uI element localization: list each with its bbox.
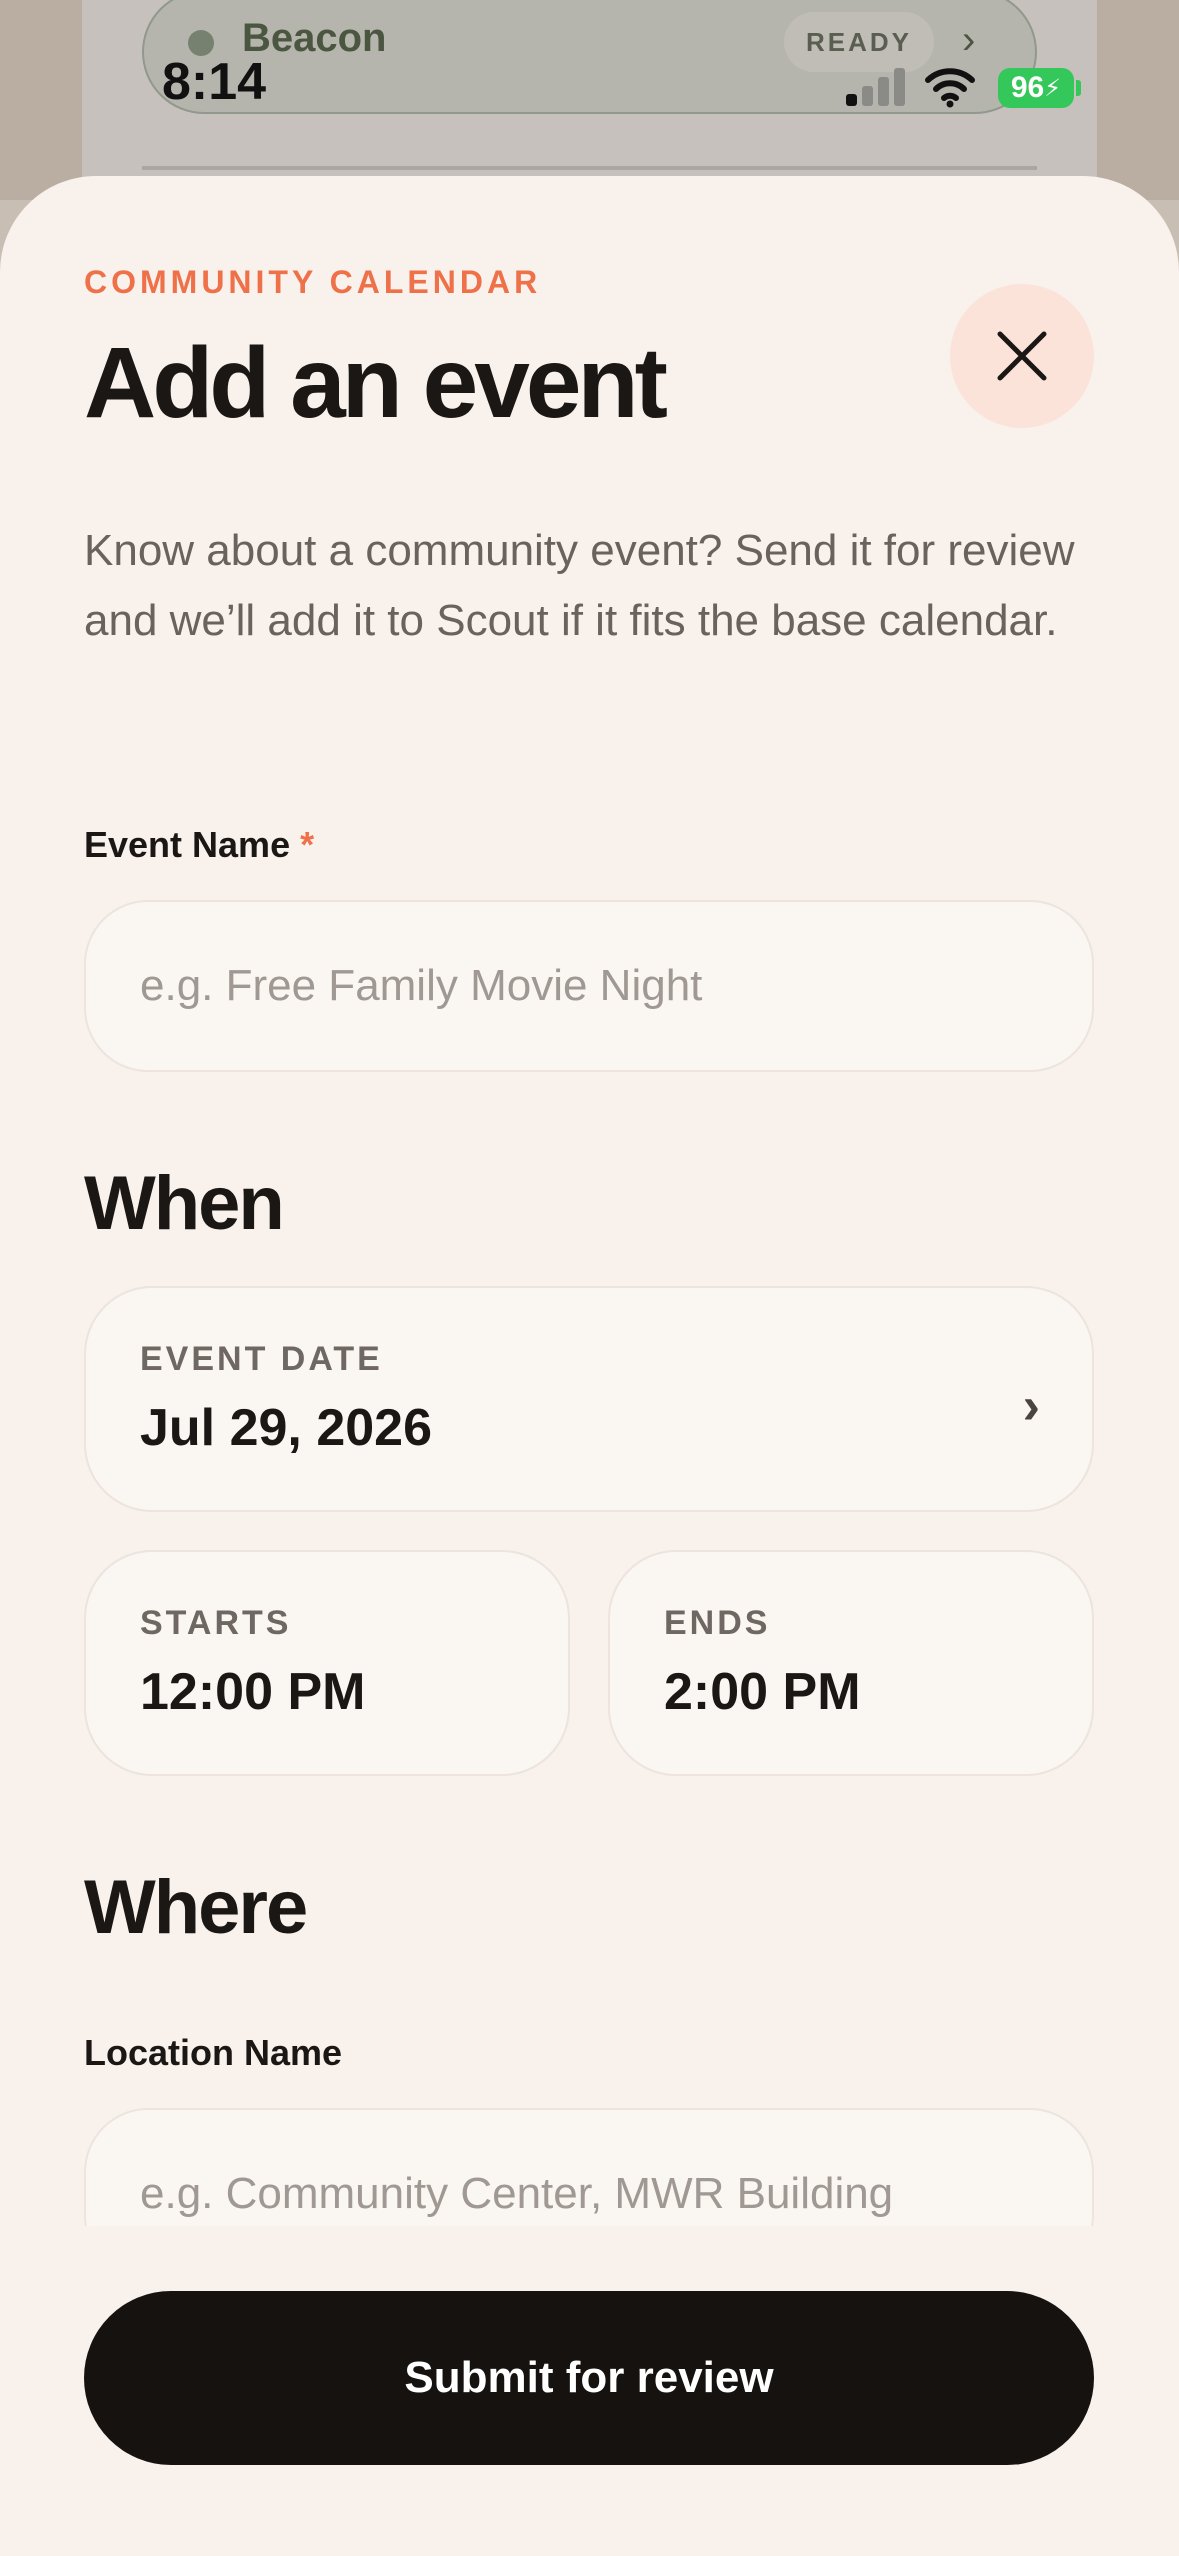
close-icon: [997, 331, 1047, 381]
close-button[interactable]: [950, 284, 1094, 428]
where-heading: Where: [84, 1865, 308, 1950]
starts-value: 12:00 PM: [140, 1663, 366, 1721]
add-event-sheet: COMMUNITY CALENDAR Add an event Know abo…: [0, 176, 1179, 2556]
location-name-label: Location Name: [84, 2032, 343, 2073]
status-time: 8:14: [162, 53, 267, 111]
event-name-placeholder: e.g. Free Family Movie Night: [140, 961, 703, 1010]
battery-level: 96: [1010, 71, 1045, 104]
required-mark: *: [300, 824, 315, 865]
wifi-icon: [925, 68, 975, 108]
event-date-value: Jul 29, 2026: [140, 1399, 432, 1457]
event-name-input[interactable]: e.g. Free Family Movie Night: [84, 900, 1094, 1072]
chevron-right-icon: ›: [1022, 1377, 1040, 1435]
battery-tip: [1076, 80, 1081, 96]
submit-for-review-button[interactable]: Submit for review: [84, 2291, 1094, 2465]
page-title: Add an event: [84, 327, 668, 439]
intro-text: Know about a community event? Send it fo…: [84, 526, 1075, 645]
sheet-eyebrow: COMMUNITY CALENDAR: [84, 264, 542, 300]
event-name-label: Event Name *: [84, 824, 314, 866]
event-date-label: EVENT DATE: [140, 1340, 383, 1378]
end-time-picker[interactable]: ENDS 2:00 PM: [608, 1550, 1094, 1776]
when-heading: When: [84, 1161, 285, 1246]
battery-icon: 96 ⚡: [998, 68, 1074, 108]
event-date-picker[interactable]: EVENT DATE Jul 29, 2026 ›: [84, 1286, 1094, 1512]
start-time-picker[interactable]: STARTS 12:00 PM: [84, 1550, 570, 1776]
location-name-placeholder: e.g. Community Center, MWR Building: [140, 2169, 894, 2218]
ends-value: 2:00 PM: [664, 1663, 861, 1721]
signal-icon: [846, 66, 906, 106]
ends-label: ENDS: [664, 1604, 771, 1642]
event-name-label-text: Event Name: [84, 824, 291, 865]
starts-label: STARTS: [140, 1604, 292, 1642]
